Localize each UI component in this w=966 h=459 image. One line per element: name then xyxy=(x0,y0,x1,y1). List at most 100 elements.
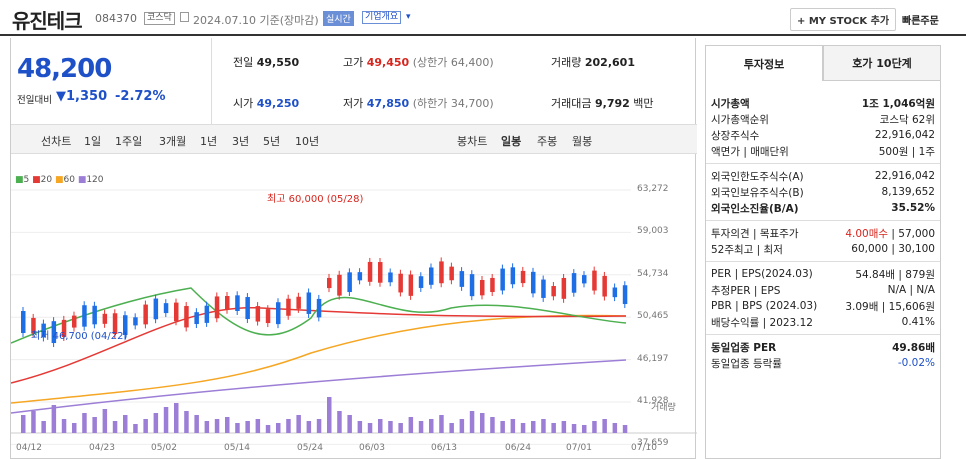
period-3m[interactable]: 3개월 xyxy=(159,133,186,149)
candle-body xyxy=(306,292,312,314)
candle-body xyxy=(153,298,159,320)
candle-body xyxy=(337,274,342,296)
period-1y[interactable]: 1년 xyxy=(200,133,217,149)
info-row: 액면가 | 매매단위 500원 | 1주 xyxy=(706,143,940,159)
candle-body xyxy=(245,297,250,320)
monthly-candle-tab[interactable]: 월봉 xyxy=(572,133,592,149)
info-value: 49.86배 xyxy=(892,341,935,354)
volume-bar xyxy=(357,421,363,433)
candle-body xyxy=(429,267,434,285)
x-tick: 05/14 xyxy=(224,443,250,453)
candle-body xyxy=(194,312,199,325)
my-stock-add-button[interactable]: + MY STOCK 추가 xyxy=(790,8,897,31)
y-tick: 59,003 xyxy=(637,226,669,237)
candle-body xyxy=(174,302,179,322)
volume-bar xyxy=(41,421,46,433)
high-price: 49,450 xyxy=(366,56,410,69)
candle-body xyxy=(214,296,220,319)
info-value: 54.84배 | 879원 xyxy=(855,268,935,281)
info-value: 22,916,042 xyxy=(874,170,935,182)
tab-investment-info[interactable]: 투자정보 xyxy=(705,45,823,81)
candle-body xyxy=(541,279,546,298)
candle-body xyxy=(184,306,189,328)
amount-label: 거래대금 xyxy=(551,97,592,110)
y-tick: 54,734 xyxy=(637,268,669,279)
volume-bar xyxy=(622,425,628,433)
volume-bar xyxy=(592,421,597,433)
period-10y[interactable]: 10년 xyxy=(295,133,319,149)
candle-body xyxy=(582,275,587,284)
info-row: 시가총액순위 코스닥 62위 xyxy=(706,111,940,127)
open-label: 시가 xyxy=(233,97,254,110)
candle-chart-tab[interactable]: 봉차트 xyxy=(457,133,487,149)
info-group: 동일업종 PER 49.86배동일업종 등락률 -0.02% xyxy=(706,334,940,375)
info-label: PER | EPS(2024.03) xyxy=(711,268,813,280)
info-value: 60,000 | 30,100 xyxy=(851,243,935,255)
candle-body xyxy=(82,305,87,327)
info-box: 시가총액 1조 1,046억원 시가총액순위 코스닥 62위 상장주식수 22,916,0… xyxy=(705,81,941,459)
info-label: 52주최고 | 최저 xyxy=(711,243,783,256)
candle-body xyxy=(296,296,301,309)
info-row: 투자의견 | 목표주가 4.00매수 | 57,000 xyxy=(706,225,940,241)
realtime-badge[interactable]: 실시간 xyxy=(323,11,354,26)
period-5y[interactable]: 5년 xyxy=(263,133,280,149)
candle-body xyxy=(235,295,240,311)
candle-body xyxy=(357,272,363,281)
info-value: 0.41% xyxy=(901,316,935,328)
info-row: 52주최고 | 최저 60,000 | 30,100 xyxy=(706,241,940,257)
daily-candle-tab[interactable]: 일봉 xyxy=(501,133,521,149)
info-label: 동일업종 등락률 xyxy=(711,357,782,370)
candle-body xyxy=(612,287,618,298)
y-tick: 41,928 xyxy=(637,396,669,406)
volume-bar xyxy=(133,424,138,433)
x-tick: 04/23 xyxy=(89,443,115,453)
candle-body xyxy=(602,275,607,297)
volume-bar xyxy=(490,417,495,433)
candle-body xyxy=(316,298,322,318)
info-label: 외국인소진율(B/A) xyxy=(711,202,799,215)
company-overview-select[interactable]: 기업개요 xyxy=(362,11,402,24)
candle-body xyxy=(531,271,536,294)
candle-body xyxy=(520,270,526,284)
info-label: 시가총액 xyxy=(711,97,750,110)
candle-body xyxy=(510,267,516,285)
period-1w[interactable]: 1주일 xyxy=(115,133,142,149)
volume-bar xyxy=(112,421,118,433)
quick-order-link[interactable]: 빠른주문 xyxy=(902,12,939,27)
period-1d[interactable]: 1일 xyxy=(84,133,101,149)
upper-limit: (상한가 64,400) xyxy=(412,56,494,69)
volume-bar xyxy=(255,419,261,433)
weekly-candle-tab[interactable]: 주봉 xyxy=(537,133,557,149)
volume-bar xyxy=(398,423,403,433)
price-change: ▼1,350 xyxy=(56,89,108,104)
max-annotation: 최고 60,000 (05/28) xyxy=(267,194,364,205)
trade-amount: 9,792 xyxy=(594,97,630,110)
candle-body xyxy=(276,302,281,325)
info-row: 동일업종 PER 49.86배 xyxy=(706,339,940,355)
info-row: 배당수익률 | 2023.12 0.41% xyxy=(706,314,940,330)
y-tick: 63,272 xyxy=(637,184,669,194)
volume-bar xyxy=(51,405,57,433)
price-chart xyxy=(11,189,697,445)
volume-bar xyxy=(500,421,505,433)
info-group: 투자의견 | 목표주가 4.00매수 | 57,000 52주최고 | 최저 60,0… xyxy=(706,220,940,261)
candle-body xyxy=(102,313,108,324)
volume-bar xyxy=(531,421,536,433)
info-row: 추정PER | EPS N/A | N/A xyxy=(706,282,940,298)
tab-orderbook[interactable]: 호가 10단계 xyxy=(823,45,941,81)
volume-bar xyxy=(367,423,373,433)
candle-body xyxy=(133,317,138,326)
info-value: -0.02% xyxy=(897,357,935,369)
volume-bar xyxy=(184,411,189,433)
x-tick: 05/02 xyxy=(151,443,177,453)
candle-body xyxy=(469,274,475,297)
change-label: 전일대비 xyxy=(17,95,52,106)
info-label: PBR | BPS (2024.03) xyxy=(711,300,818,312)
candle-body xyxy=(378,262,383,283)
candle-body xyxy=(367,261,373,282)
volume-bar xyxy=(541,419,546,433)
candle-body xyxy=(592,270,597,291)
period-3y[interactable]: 3년 xyxy=(232,133,249,149)
price-panel: 48,200 전일대비 ▼1,350 -2.72% 전일 49,550 고가 4… xyxy=(10,38,697,459)
line-chart-tab[interactable]: 선차트 xyxy=(41,133,71,149)
